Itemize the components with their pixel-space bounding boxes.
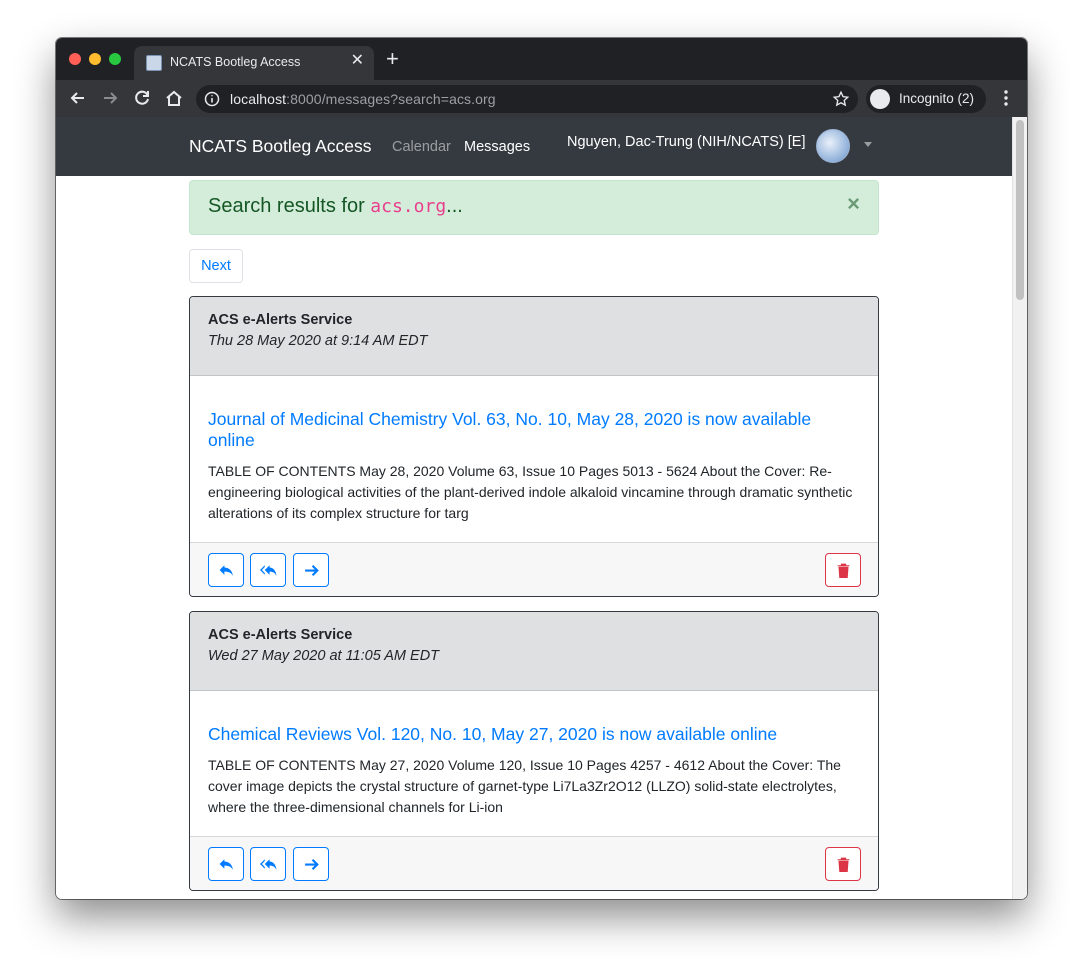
url-path: :8000/messages?search=acs.org xyxy=(286,91,496,107)
search-query: acs.org xyxy=(370,196,447,217)
home-icon[interactable] xyxy=(164,88,184,108)
reply-all-button[interactable] xyxy=(250,553,286,587)
avatar[interactable] xyxy=(816,129,850,163)
message-date: Wed 27 May 2020 at 11:05 AM EDT xyxy=(208,648,440,664)
minimize-window-button[interactable] xyxy=(89,53,101,65)
reply-all-icon xyxy=(260,565,277,576)
reply-icon xyxy=(219,565,233,576)
message-header: ACS e-Alerts Service Thu 28 May 2020 at … xyxy=(190,297,878,376)
incognito-badge[interactable]: Incognito (2) xyxy=(866,85,986,113)
alert-close-icon[interactable]: × xyxy=(847,193,860,215)
search-results-alert: Search results for acs.org... × xyxy=(189,180,879,235)
message-sender: ACS e-Alerts Service xyxy=(208,627,353,643)
url-host: localhost xyxy=(230,91,287,107)
message-card: ACS e-Alerts Service Thu 28 May 2020 at … xyxy=(189,296,879,597)
brand-link[interactable]: NCATS Bootleg Access xyxy=(189,136,372,157)
browser-window: NCATS Bootleg Access ✕ + localhost:8000/… xyxy=(56,38,1027,899)
maximize-window-button[interactable] xyxy=(109,53,121,65)
incognito-label: Incognito (2) xyxy=(899,91,975,106)
favicon-icon xyxy=(146,55,162,71)
back-arrow-icon[interactable] xyxy=(68,88,88,108)
info-icon[interactable] xyxy=(204,91,220,107)
alert-text: Search results for acs.org... xyxy=(208,195,463,218)
message-header: ACS e-Alerts Service Wed 27 May 2020 at … xyxy=(190,612,878,691)
message-subject-link[interactable]: Journal of Medicinal Chemistry Vol. 63, … xyxy=(208,409,858,451)
tab-strip: NCATS Bootleg Access ✕ + xyxy=(56,38,1027,80)
reply-button[interactable] xyxy=(208,553,244,587)
reload-icon[interactable] xyxy=(132,88,152,108)
tab-title: NCATS Bootleg Access xyxy=(170,55,301,69)
delete-button[interactable] xyxy=(825,847,861,881)
close-window-button[interactable] xyxy=(69,53,81,65)
arrow-right-icon xyxy=(305,858,319,871)
chevron-down-icon[interactable] xyxy=(864,142,872,147)
reply-all-button[interactable] xyxy=(250,847,286,881)
message-card: ACS e-Alerts Service Wed 27 May 2020 at … xyxy=(189,611,879,891)
page-scrollbar[interactable] xyxy=(1012,117,1027,899)
message-date: Thu 28 May 2020 at 9:14 AM EDT xyxy=(208,333,428,349)
message-preview: TABLE OF CONTENTS May 28, 2020 Volume 63… xyxy=(208,463,853,521)
new-tab-plus-icon[interactable]: + xyxy=(386,48,399,70)
url-text[interactable]: localhost:8000/messages?search=acs.org xyxy=(230,91,496,107)
trash-icon xyxy=(837,857,850,872)
message-actions xyxy=(190,542,878,596)
alert-prefix: Search results for xyxy=(208,195,371,217)
forward-arrow-icon[interactable] xyxy=(100,88,120,108)
browser-tab[interactable]: NCATS Bootleg Access ✕ xyxy=(134,46,374,80)
bookmark-star-icon[interactable] xyxy=(832,90,850,108)
kebab-menu-icon[interactable] xyxy=(996,88,1016,108)
trash-icon xyxy=(837,563,850,578)
page-viewport: NCATS Bootleg Access Calendar Messages N… xyxy=(56,117,1027,899)
delete-button[interactable] xyxy=(825,553,861,587)
tab-close-icon[interactable]: ✕ xyxy=(351,53,364,69)
forward-button[interactable] xyxy=(293,847,329,881)
next-page-button[interactable]: Next xyxy=(189,249,243,283)
user-name[interactable]: Nguyen, Dac-Trung (NIH/NCATS) [E] xyxy=(567,134,806,150)
reply-button[interactable] xyxy=(208,847,244,881)
nav-messages-link[interactable]: Messages xyxy=(464,139,530,155)
address-bar[interactable]: localhost:8000/messages?search=acs.org xyxy=(196,85,858,113)
forward-button[interactable] xyxy=(293,553,329,587)
reply-icon xyxy=(219,859,233,870)
message-actions xyxy=(190,836,878,890)
app-navbar: NCATS Bootleg Access Calendar Messages N… xyxy=(56,117,1012,176)
message-subject-link[interactable]: Chemical Reviews Vol. 120, No. 10, May 2… xyxy=(208,724,858,745)
reply-all-icon xyxy=(260,859,277,870)
incognito-icon xyxy=(870,89,890,109)
arrow-right-icon xyxy=(305,564,319,577)
alert-suffix: ... xyxy=(446,195,463,217)
scrollbar-thumb[interactable] xyxy=(1016,120,1024,300)
message-sender: ACS e-Alerts Service xyxy=(208,312,353,328)
browser-toolbar: localhost:8000/messages?search=acs.org I… xyxy=(56,80,1027,117)
message-preview: TABLE OF CONTENTS May 27, 2020 Volume 12… xyxy=(208,757,841,815)
nav-calendar-link[interactable]: Calendar xyxy=(392,139,451,155)
